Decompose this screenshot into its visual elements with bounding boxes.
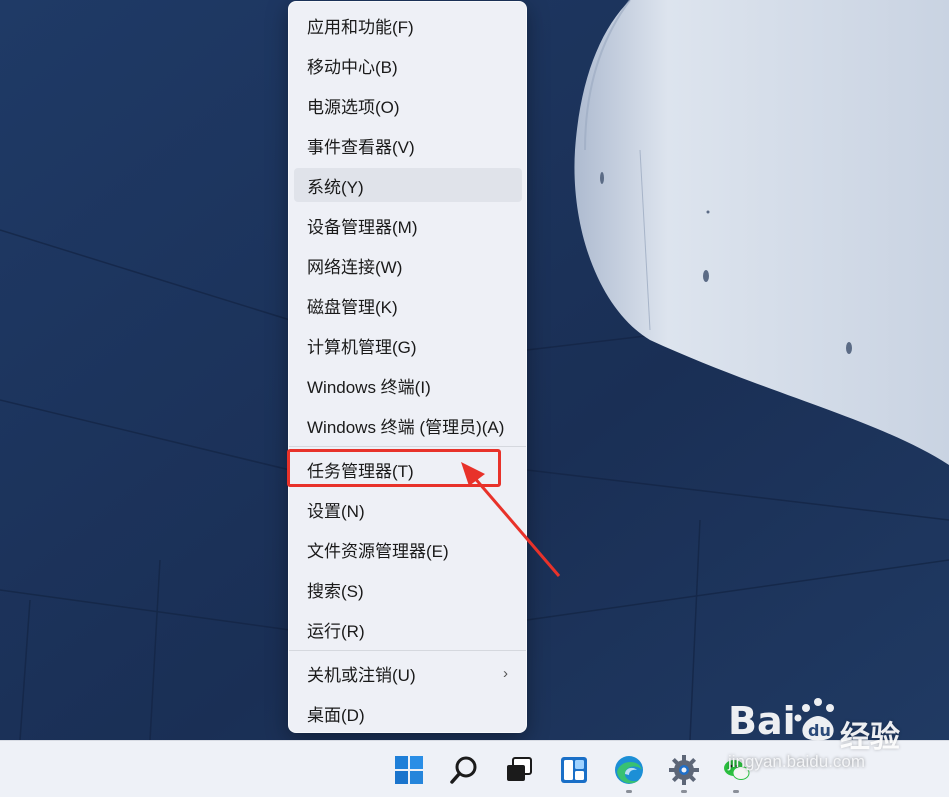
menu-item-apps-features[interactable]: 应用和功能(F) xyxy=(294,8,522,42)
watermark-url: jingyan.baidu.com xyxy=(728,752,866,771)
running-indicator xyxy=(681,790,687,793)
task-view-icon[interactable] xyxy=(502,753,536,787)
menu-separator xyxy=(289,650,526,651)
settings-gear-icon[interactable] xyxy=(667,753,701,787)
winx-context-menu: 应用和功能(F) 移动中心(B) 电源选项(O) 事件查看器(V) 系统(Y) … xyxy=(288,1,527,733)
menu-item-windows-terminal-admin[interactable]: Windows 终端 (管理员)(A) xyxy=(294,408,522,442)
svg-text:Bai: Bai xyxy=(728,699,796,743)
windows-start-icon[interactable] xyxy=(392,753,426,787)
menu-item-shutdown-signout[interactable]: 关机或注销(U) › xyxy=(294,656,522,690)
watermark-brand: 经验 xyxy=(840,721,900,754)
search-icon[interactable] xyxy=(447,753,481,787)
widgets-icon[interactable] xyxy=(557,753,591,787)
chevron-right-icon: › xyxy=(503,665,508,682)
menu-item-label: 关机或注销(U) xyxy=(307,665,416,685)
menu-item-power-options[interactable]: 电源选项(O) xyxy=(294,88,522,122)
running-indicator xyxy=(733,790,739,793)
menu-item-system[interactable]: 系统(Y) xyxy=(294,168,522,202)
svg-text:du: du xyxy=(808,721,831,740)
menu-item-windows-terminal[interactable]: Windows 终端(I) xyxy=(294,368,522,402)
menu-item-device-manager[interactable]: 设备管理器(M) xyxy=(294,208,522,242)
menu-item-computer-management[interactable]: 计算机管理(G) xyxy=(294,328,522,362)
annotation-arrow-icon xyxy=(461,462,561,577)
menu-item-network-connections[interactable]: 网络连接(W) xyxy=(294,248,522,282)
menu-item-event-viewer[interactable]: 事件查看器(V) xyxy=(294,128,522,162)
menu-item-disk-management[interactable]: 磁盘管理(K) xyxy=(294,288,522,322)
menu-item-run[interactable]: 运行(R) xyxy=(294,612,522,646)
baidu-jingyan-watermark: Bai du 经验 jingyan.baidu.com xyxy=(728,690,948,778)
menu-item-mobility-center[interactable]: 移动中心(B) xyxy=(294,48,522,82)
edge-browser-icon[interactable] xyxy=(612,753,646,787)
menu-item-desktop[interactable]: 桌面(D) xyxy=(294,696,522,730)
menu-separator xyxy=(289,446,526,447)
running-indicator xyxy=(626,790,632,793)
